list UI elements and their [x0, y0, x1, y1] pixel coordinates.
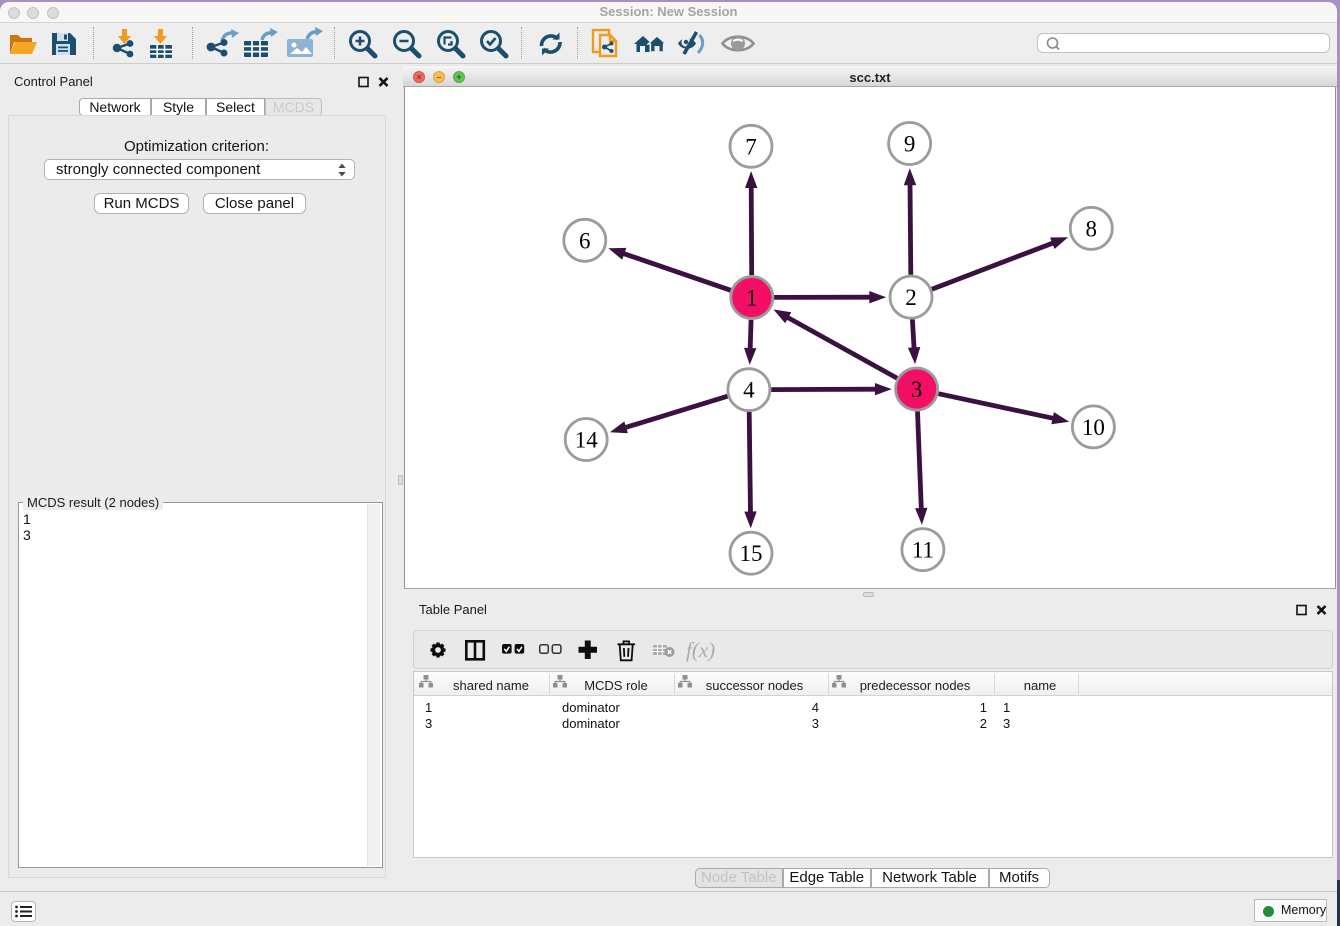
svg-text:8: 8 — [1086, 216, 1098, 241]
svg-text:6: 6 — [579, 228, 591, 253]
svg-text:9: 9 — [904, 132, 916, 157]
svg-text:f(x): f(x) — [686, 638, 715, 662]
svg-text:15: 15 — [740, 541, 763, 566]
svg-text:1: 1 — [746, 286, 758, 311]
svg-text:14: 14 — [575, 428, 599, 453]
svg-text:11: 11 — [912, 538, 934, 563]
svg-text:7: 7 — [745, 134, 757, 159]
svg-text:10: 10 — [1082, 415, 1105, 440]
svg-text:4: 4 — [743, 378, 755, 403]
svg-text:2: 2 — [905, 285, 917, 310]
svg-text:3: 3 — [911, 377, 923, 402]
